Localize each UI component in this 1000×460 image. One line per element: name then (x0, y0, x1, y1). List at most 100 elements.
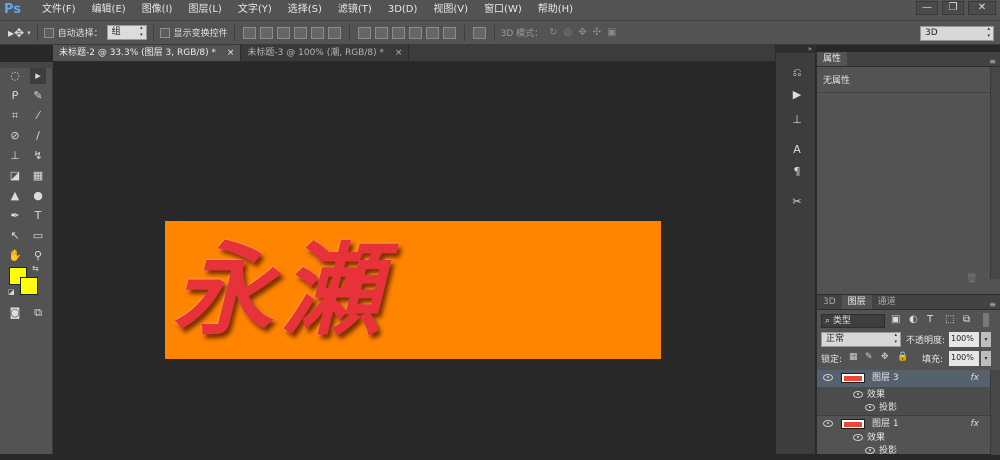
menu-window[interactable]: 窗口(W) (476, 0, 530, 20)
actions-panel-icon[interactable]: ▶ (789, 88, 805, 102)
close-button[interactable]: ✕ (968, 1, 996, 15)
lock-position-icon[interactable]: ✥ (881, 352, 889, 362)
paragraph-panel-icon[interactable]: ¶ (789, 165, 805, 179)
filter-pixel-icon[interactable]: ▣ (891, 314, 900, 325)
crop-tool-icon[interactable]: ⌗ (7, 108, 23, 124)
distribute-hcenter-icon[interactable] (425, 26, 439, 39)
tool-presets-panel-icon[interactable]: ✂ (789, 195, 805, 209)
3d-slide-icon[interactable]: ✣ (593, 27, 601, 38)
restore-button[interactable]: ❐ (942, 1, 964, 15)
opacity-input[interactable]: 100% (949, 332, 979, 347)
3d-orbit-icon[interactable]: ↻ (549, 27, 557, 38)
tool-preset-arrow-icon[interactable]: ▾ (27, 29, 31, 37)
align-right-icon[interactable] (327, 26, 341, 39)
pen-tool-icon[interactable]: ✒ (7, 208, 23, 224)
distribute-left-icon[interactable] (408, 26, 422, 39)
menu-layer[interactable]: 图层(L) (180, 0, 229, 20)
doc-tab-2[interactable]: 未标题-3 @ 100% (潮, RGB/8) * × (241, 45, 410, 61)
marquee-tool-icon[interactable]: ◌ (7, 68, 23, 84)
auto-align-icon[interactable] (472, 26, 486, 39)
lock-all-icon[interactable]: 🔒 (897, 352, 908, 362)
layer-row-3[interactable]: 图层 3 fx (817, 370, 1000, 387)
fill-input[interactable]: 100% (949, 351, 979, 366)
hand-tool-icon[interactable]: ✋ (7, 248, 23, 264)
layer-3-fx-icon[interactable]: fx (971, 370, 980, 387)
distribute-top-icon[interactable] (357, 26, 371, 39)
brush-tool-icon[interactable]: / (30, 128, 46, 144)
3d-pan-icon[interactable]: ✥ (578, 27, 586, 38)
filter-kind-dropdown[interactable]: ⌕ 类型 (821, 314, 885, 328)
delete-icon[interactable]: 🗑 (966, 274, 977, 284)
lock-pixels-icon[interactable]: ✎ (865, 352, 873, 362)
clone-source-panel-icon[interactable]: ⊥ (789, 113, 805, 127)
properties-scrollbar[interactable] (990, 67, 1000, 279)
eraser-tool-icon[interactable]: ◪ (7, 168, 23, 184)
blend-mode-dropdown[interactable]: 正常 (821, 332, 901, 347)
doc-tab-2-close-icon[interactable]: × (395, 48, 403, 58)
auto-select-checkbox[interactable] (43, 27, 54, 38)
tab-channels[interactable]: 通道 (872, 295, 902, 309)
doc-tab-1-close-icon[interactable]: × (227, 48, 235, 58)
doc-tab-1[interactable]: 未标题-2 @ 33.3% (图层 3, RGB/8) * × (53, 45, 242, 61)
menu-filter[interactable]: 滤镜(T) (330, 0, 380, 20)
filter-toggle[interactable] (983, 313, 989, 327)
panel-menu-icon[interactable]: ≡ (989, 57, 1000, 66)
3d-scale-icon[interactable]: ▣ (607, 27, 616, 38)
move-tool-icon[interactable]: ▸✥ (8, 26, 24, 40)
type-tool-icon[interactable]: T (30, 208, 46, 224)
menu-image[interactable]: 图像(I) (134, 0, 181, 20)
history-brush-tool-icon[interactable]: ↯ (30, 148, 46, 164)
filter-type-icon[interactable]: T (927, 314, 933, 325)
tab-3d[interactable]: 3D (817, 295, 842, 309)
default-colors-icon[interactable]: ◪ (8, 288, 15, 296)
menu-select[interactable]: 选择(S) (280, 0, 330, 20)
blur-tool-icon[interactable]: ▲ (7, 188, 23, 204)
fill-arrow-icon[interactable]: ▾ (981, 351, 991, 366)
auto-select-dropdown[interactable]: 组 (106, 25, 147, 40)
filter-smart-icon[interactable]: ⧉ (963, 314, 970, 325)
menu-type[interactable]: 文字(Y) (230, 0, 280, 20)
quick-select-tool-icon[interactable]: ✎ (30, 88, 46, 104)
opacity-arrow-icon[interactable]: ▾ (981, 332, 991, 347)
swap-colors-icon[interactable]: ⇆ (32, 264, 39, 273)
align-bottom-icon[interactable] (276, 26, 290, 39)
menu-edit[interactable]: 编辑(E) (84, 0, 134, 20)
clone-stamp-tool-icon[interactable]: ⊥ (7, 148, 23, 164)
layer-3-effects-visibility-icon[interactable] (853, 391, 863, 398)
history-panel-icon[interactable]: ⎌ (789, 66, 805, 80)
menu-3d[interactable]: 3D(D) (380, 0, 426, 20)
filter-shape-icon[interactable]: ⬚ (945, 314, 954, 325)
tab-properties[interactable]: 属性 (817, 52, 848, 66)
menu-file[interactable]: 文件(F) (34, 0, 84, 20)
menu-help[interactable]: 帮助(H) (530, 0, 581, 20)
menu-view[interactable]: 视图(V) (425, 0, 476, 20)
layer-3-visibility-icon[interactable] (823, 374, 833, 381)
dodge-tool-icon[interactable]: ● (30, 188, 46, 204)
distribute-vcenter-icon[interactable] (374, 26, 388, 39)
path-select-tool-icon[interactable]: ↖ (7, 228, 23, 244)
move-tool-icon[interactable]: ▸ (30, 68, 46, 84)
align-top-icon[interactable] (242, 26, 256, 39)
distribute-right-icon[interactable] (442, 26, 456, 39)
show-transform-checkbox[interactable] (159, 27, 170, 38)
character-panel-icon[interactable]: A (789, 143, 805, 157)
rectangle-tool-icon[interactable]: ▭ (30, 228, 46, 244)
align-hcenter-icon[interactable] (310, 26, 324, 39)
screen-mode-icon[interactable]: ⧉ (30, 305, 46, 321)
dock-collapse-icon[interactable]: » (776, 45, 816, 53)
zoom-tool-icon[interactable]: ⚲ (30, 248, 46, 264)
gradient-tool-icon[interactable]: ▦ (30, 168, 46, 184)
lasso-tool-icon[interactable]: ᑭ (7, 88, 23, 104)
layer-1-visibility-icon[interactable] (823, 420, 833, 427)
align-vcenter-icon[interactable] (259, 26, 273, 39)
document-canvas[interactable]: 永瀬 (165, 221, 661, 359)
layer-3-shadow-visibility-icon[interactable] (865, 404, 875, 411)
tab-layers[interactable]: 图层 (841, 295, 872, 309)
filter-adjust-icon[interactable]: ◐ (909, 314, 918, 325)
distribute-bottom-icon[interactable] (391, 26, 405, 39)
lock-transparent-icon[interactable]: ▦ (849, 352, 858, 362)
layer-1-shadow-row[interactable]: 投影 (817, 443, 1000, 460)
minimize-button[interactable]: — (916, 1, 938, 15)
workspace-dropdown[interactable]: 3D (920, 26, 994, 41)
background-color-swatch[interactable] (20, 277, 38, 295)
